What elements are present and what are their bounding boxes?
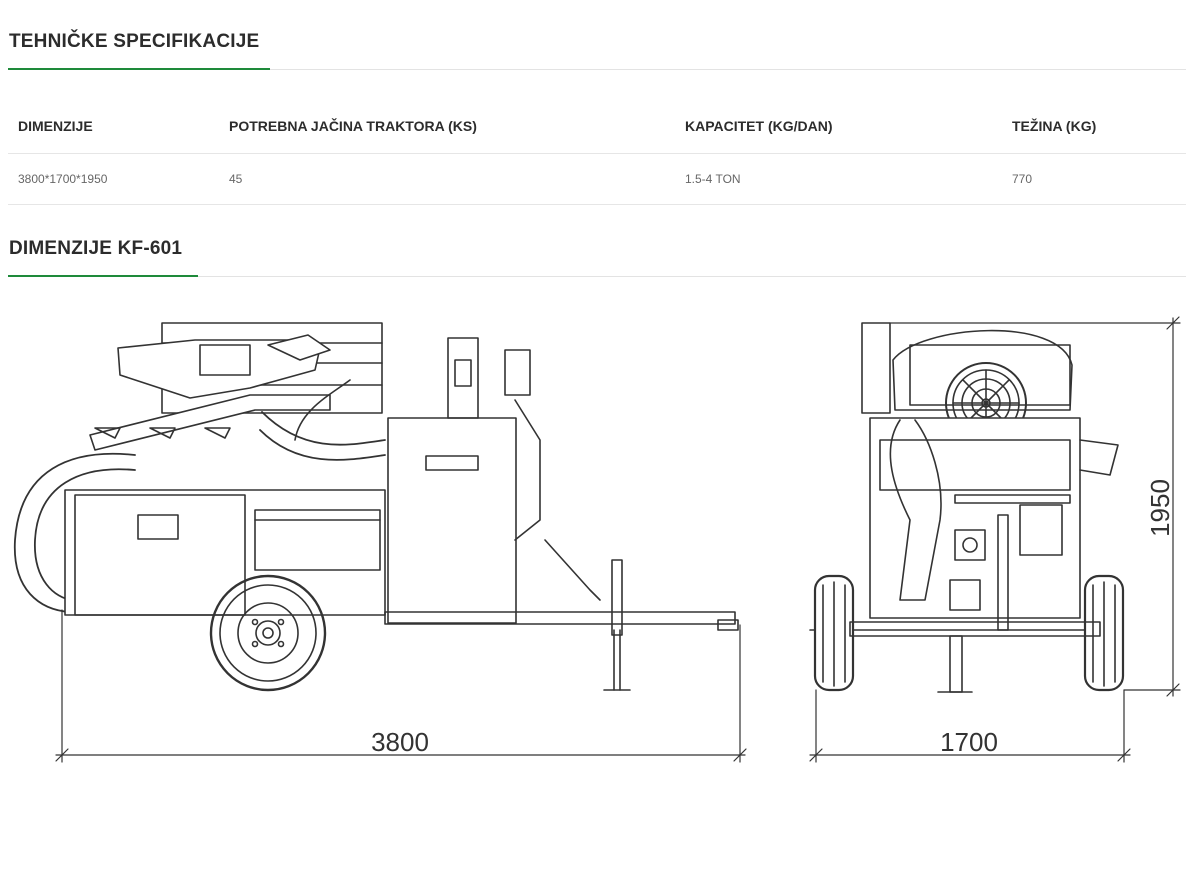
value-capacity: 1.5-4 TON <box>685 172 741 186</box>
length-dimension-label: 3800 <box>371 727 429 757</box>
header-tractor-power: POTREBNA JAČINA TRAKTORA (KS) <box>229 118 477 134</box>
dimensions-accent-underline <box>8 275 198 277</box>
value-dimensions: 3800*1700*1950 <box>18 172 108 186</box>
specs-accent-underline <box>8 68 270 70</box>
value-weight: 770 <box>1012 172 1033 186</box>
specs-title: TEHNIČKE SPECIFIKACIJE <box>9 31 260 52</box>
header-capacity: KAPACITET (KG/DAN) <box>685 118 833 134</box>
header-weight: TEŽINA (KG) <box>1012 118 1097 134</box>
specs-table: DIMENZIJE POTREBNA JAČINA TRAKTORA (KS) … <box>8 118 1186 205</box>
front-view-machine <box>809 322 1125 693</box>
dimensions-section-header: DIMENZIJE KF-601 <box>8 238 1186 277</box>
value-tractor-power: 45 <box>229 172 243 186</box>
technical-drawing: 3800 1700 1950 <box>14 316 1181 763</box>
side-view-machine <box>14 322 739 692</box>
table-row: 3800*1700*1950 45 1.5-4 TON 770 <box>8 172 1186 192</box>
table-divider <box>8 204 1186 205</box>
specs-section-header: TEHNIČKE SPECIFIKACIJE <box>8 31 1186 70</box>
height-dimension-label: 1950 <box>1145 479 1175 537</box>
width-dimension-label: 1700 <box>940 727 998 757</box>
table-divider <box>8 153 1186 154</box>
dimensions-title: DIMENZIJE KF-601 <box>9 238 183 259</box>
specs-table-header-row: DIMENZIJE POTREBNA JAČINA TRAKTORA (KS) … <box>8 118 1186 154</box>
header-dimensions: DIMENZIJE <box>18 118 93 134</box>
